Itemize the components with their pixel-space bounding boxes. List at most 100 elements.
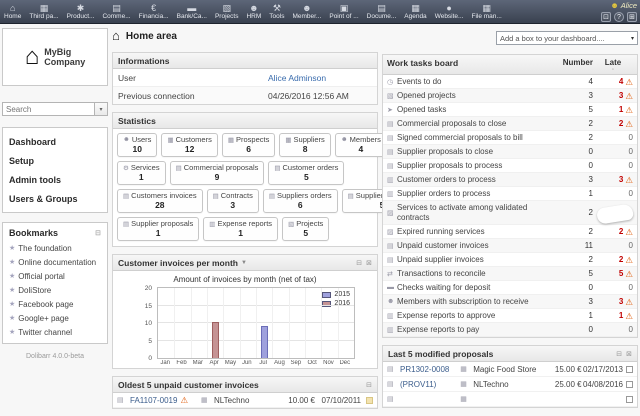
task-label-link[interactable]: Members with subscription to receive — [397, 297, 559, 307]
company-link[interactable]: NLTechno — [214, 396, 249, 405]
stat-icon: ▤ — [274, 164, 280, 172]
help-icon[interactable]: ? — [614, 12, 624, 22]
task-label-link[interactable]: Unpaid supplier invoices — [397, 255, 559, 265]
task-label-link[interactable]: Supplier orders to process — [397, 189, 559, 199]
topbar-menu-icon: ▬ — [187, 3, 196, 13]
fold-icon[interactable]: ⊟ — [356, 259, 362, 267]
sidebar-menu-item[interactable]: Dashboard — [9, 132, 101, 151]
task-label-link[interactable]: Supplier proposals to close — [397, 147, 559, 157]
task-label-link[interactable]: Customer orders to process — [397, 175, 559, 185]
bookmark-item[interactable]: ★ Online documentation — [9, 255, 101, 269]
task-icon: ▨ — [387, 228, 397, 236]
topbar-menu-item[interactable]: ▣ Point of ... — [325, 0, 362, 23]
search-input[interactable] — [2, 102, 95, 116]
stat-box[interactable]: ☻Members 4 — [335, 133, 387, 157]
stat-box[interactable]: ▦Suppliers 8 — [279, 133, 330, 157]
row-checkbox[interactable] — [626, 396, 633, 403]
topbar-menu-item[interactable]: ● Website... — [431, 0, 468, 23]
chevron-down-icon: ▾ — [631, 35, 634, 42]
close-icon[interactable]: ⊠ — [626, 350, 632, 358]
topbar-menu-item[interactable]: ▦ Third pa... — [25, 0, 62, 23]
stat-box[interactable]: ▧Projects 5 — [282, 217, 329, 241]
topbar-menu-icon: ▦ — [40, 3, 49, 13]
fold-icon[interactable]: ⊟ — [366, 381, 372, 389]
company-link[interactable]: Magic Food Store — [473, 365, 536, 374]
print-icon[interactable]: ⊡ — [601, 12, 611, 22]
sidebar-menu-item[interactable]: Setup — [9, 151, 101, 170]
company-logo[interactable]: ⌂ MyBig Company — [2, 28, 108, 86]
company-link[interactable]: NLTechno — [473, 380, 508, 389]
filter-icon[interactable]: ▼ — [241, 260, 247, 266]
topbar-menu-item[interactable]: ✱ Product... — [63, 0, 99, 23]
bookmark-item[interactable]: ★ DoliStore — [9, 283, 101, 297]
task-label-link[interactable]: Expense reports to pay — [397, 325, 559, 335]
expand-icon[interactable]: ⊞ — [627, 12, 637, 22]
task-label-link[interactable]: Transactions to reconcile — [397, 269, 559, 279]
company-icon: ▦ — [460, 365, 470, 373]
row-checkbox[interactable] — [626, 381, 633, 388]
sidebar-menu-item[interactable]: Admin tools — [9, 170, 101, 189]
task-label-link[interactable]: Supplier proposals to process — [397, 161, 559, 171]
task-label-link[interactable]: Unpaid customer invoices — [397, 241, 559, 251]
proposal-ref-link[interactable]: PR1302-0008 — [400, 365, 449, 374]
topbar-menu-item[interactable]: ▤ Comme... — [98, 0, 134, 23]
topbar-menu-item[interactable]: ▦ Agenda — [400, 0, 430, 23]
bookmark-icon: ★ — [9, 244, 15, 252]
stat-box[interactable]: ▤Supplier proposals 1 — [117, 217, 199, 241]
last-proposals-box: Last 5 modified proposals ⊟ ⊠ ▤ PR1302-0… — [382, 345, 638, 408]
topbar-menu-item[interactable]: ▤ Docume... — [363, 0, 401, 23]
task-label-link[interactable]: Checks waiting for deposit — [397, 283, 559, 293]
sidebar: ⌂ MyBig Company ▾ Dashboard Setup Admin … — [2, 28, 108, 360]
stat-box[interactable]: ▥Expense reports 1 — [203, 217, 278, 241]
stat-box[interactable]: ▤Contracts 3 — [207, 189, 259, 213]
topbar-menu-item[interactable]: ⚒ Tools — [265, 0, 288, 23]
stat-box[interactable]: ▤Commercial proposals 9 — [170, 161, 265, 185]
fold-icon[interactable]: ⊟ — [616, 350, 622, 358]
proposal-ref-link[interactable]: (PROV11) — [400, 380, 436, 389]
task-label-link[interactable]: Services to activate among validated con… — [397, 203, 559, 223]
bookmark-item[interactable]: ★ The foundation — [9, 241, 101, 255]
close-icon[interactable]: ⊠ — [366, 259, 372, 267]
task-label-link[interactable]: Signed commercial proposals to bill — [397, 133, 559, 143]
search-dropdown-button[interactable]: ▾ — [95, 102, 108, 116]
task-label-link[interactable]: Expense reports to approve — [397, 311, 559, 321]
task-label-link[interactable]: Opened tasks — [397, 105, 559, 115]
add-box-select[interactable]: Add a box to your dashboard.... ▾ — [496, 31, 638, 45]
topbar-menu-label: Tools — [269, 13, 284, 21]
bookmark-item[interactable]: ★ Facebook page — [9, 297, 101, 311]
bookmark-item[interactable]: ★ Twitter channel — [9, 325, 101, 339]
task-label-link[interactable]: Commercial proposals to close — [397, 119, 559, 129]
task-row: ◷ Events to do 4 4 ⚠ — [383, 75, 637, 89]
bookmark-item[interactable]: ★ Google+ page — [9, 311, 101, 325]
topbar-menu-item[interactable]: ☻ HRM — [242, 0, 265, 23]
stat-box[interactable]: ☻Users 10 — [117, 133, 157, 157]
legend-swatch — [322, 301, 331, 307]
stat-box[interactable]: ▦Customers 12 — [161, 133, 217, 157]
topbar-menu-item[interactable]: ☻ Member... — [288, 0, 325, 23]
user-menu[interactable]: ☻ Alice — [610, 1, 637, 10]
stat-box[interactable]: ⚙Services 1 — [117, 161, 166, 185]
bookmark-icon: ★ — [9, 258, 15, 266]
stat-box[interactable]: ▤Customer orders 5 — [268, 161, 344, 185]
topbar-menu-item[interactable]: ▦ File man... — [467, 0, 505, 23]
stat-box[interactable]: ▦Prospects 6 — [222, 133, 276, 157]
stat-box[interactable]: ▤Suppliers orders 6 — [263, 189, 338, 213]
topbar-menu-item[interactable]: € Financia... — [135, 0, 173, 23]
fold-icon[interactable]: ⊟ — [95, 229, 101, 237]
task-label-link[interactable]: Expired running services — [397, 227, 559, 237]
stat-box[interactable]: ▤Customers invoices 28 — [117, 189, 203, 213]
sidebar-menu-item[interactable]: Users & Groups — [9, 189, 101, 208]
topbar-menu-item[interactable]: ▬ Bank/Ca... — [173, 0, 211, 23]
row-checkbox[interactable] — [626, 366, 633, 373]
stat-icon: ▦ — [167, 136, 173, 144]
topbar-menu-item[interactable]: ⌂ Home — [0, 0, 25, 23]
topbar-menu-item[interactable]: ▧ Projects — [211, 0, 242, 23]
task-label-link[interactable]: Events to do — [397, 77, 559, 87]
sort-icon[interactable]: ▫ — [612, 67, 614, 73]
version-label: Dolibarr 4.0.0-beta — [2, 353, 108, 360]
task-label-link[interactable]: Opened projects — [397, 91, 559, 101]
bookmark-item[interactable]: ★ Official portal — [9, 269, 101, 283]
unpaid-box-title: Oldest 5 unpaid customer invoices — [118, 380, 259, 390]
invoice-ref-link[interactable]: FA1107-0019 — [130, 396, 177, 405]
user-profile-link[interactable]: Alice Adminson — [268, 73, 326, 83]
